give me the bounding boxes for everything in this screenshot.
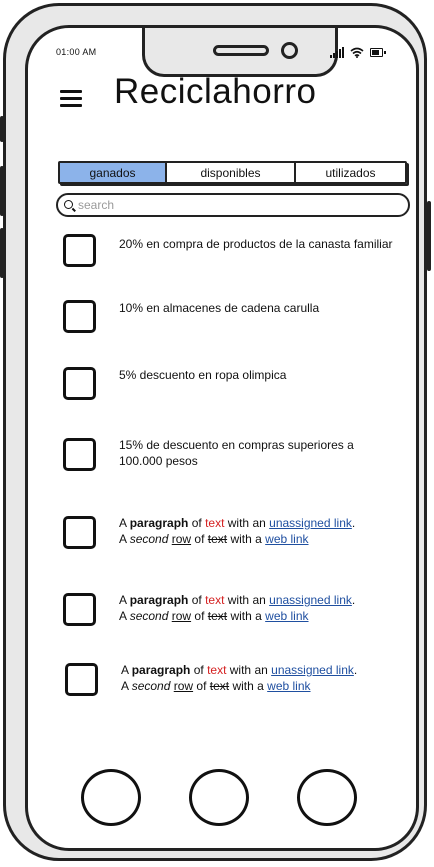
- checkbox[interactable]: [65, 663, 98, 696]
- checkbox[interactable]: [63, 300, 96, 333]
- paragraph-text: A paragraph of text with an unassigned l…: [121, 663, 358, 693]
- status-time: 01:00 AM: [56, 47, 97, 57]
- checkbox[interactable]: [63, 593, 96, 626]
- volume-up-button: [0, 166, 4, 216]
- status-icons: [330, 44, 386, 60]
- tab-disponibles[interactable]: disponibles: [167, 163, 296, 182]
- list-item-text: 15% de descuento en compras superiores a…: [119, 438, 354, 468]
- web-link[interactable]: web link: [265, 609, 308, 623]
- paragraph-text: A paragraph of text with an unassigned l…: [119, 516, 356, 546]
- list-item-text: 20% en compra de productos de la canasta…: [119, 237, 393, 251]
- web-link[interactable]: web link: [267, 679, 310, 693]
- tab-bar: ganados disponibles utilizados: [58, 161, 407, 184]
- web-link[interactable]: web link: [265, 532, 308, 546]
- search-icon: [64, 200, 73, 209]
- unassigned-link[interactable]: unassigned link: [269, 593, 352, 607]
- unassigned-link[interactable]: unassigned link: [271, 663, 354, 677]
- power-button: [427, 201, 431, 271]
- bottom-nav-button-1[interactable]: [81, 769, 141, 826]
- bottom-nav-button-3[interactable]: [297, 769, 357, 826]
- tab-utilizados[interactable]: utilizados: [296, 163, 405, 182]
- wifi-icon: [350, 47, 364, 58]
- app-title: Reciclahorro: [114, 72, 317, 111]
- checkbox[interactable]: [63, 516, 96, 549]
- menu-icon[interactable]: [60, 90, 82, 108]
- tab-ganados[interactable]: ganados: [60, 163, 167, 182]
- bottom-nav-button-2[interactable]: [189, 769, 249, 826]
- paragraph-text: A paragraph of text with an unassigned l…: [119, 593, 356, 623]
- search-bar: [56, 193, 410, 217]
- volume-down-button: [0, 228, 4, 278]
- camera-icon: [281, 42, 298, 59]
- search-input[interactable]: [78, 198, 378, 212]
- signal-icon: [330, 46, 344, 58]
- notch: [142, 28, 338, 77]
- phone-frame: 01:00 AM Reciclahorro ganados disponible…: [0, 3, 431, 861]
- list-item-text: 5% descuento en ropa olimpica: [119, 368, 287, 382]
- battery-icon: [370, 47, 386, 57]
- screen: 01:00 AM Reciclahorro ganados disponible…: [25, 25, 419, 851]
- checkbox[interactable]: [63, 234, 96, 267]
- checkbox[interactable]: [63, 367, 96, 400]
- side-button: [0, 116, 4, 142]
- speaker: [213, 45, 269, 56]
- checkbox[interactable]: [63, 438, 96, 471]
- unassigned-link[interactable]: unassigned link: [269, 516, 352, 530]
- list-item-text: 10% en almacenes de cadena carulla: [119, 301, 320, 315]
